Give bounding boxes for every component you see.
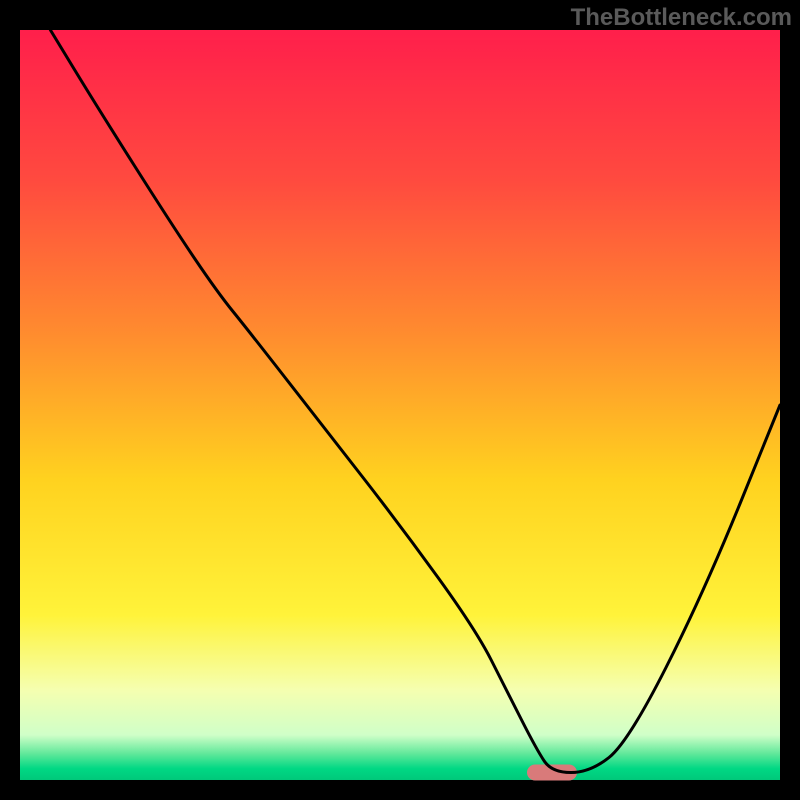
- watermark-text: TheBottleneck.com: [571, 4, 792, 32]
- chart-container: TheBottleneck.com: [0, 0, 800, 800]
- bottleneck-chart: [0, 0, 800, 800]
